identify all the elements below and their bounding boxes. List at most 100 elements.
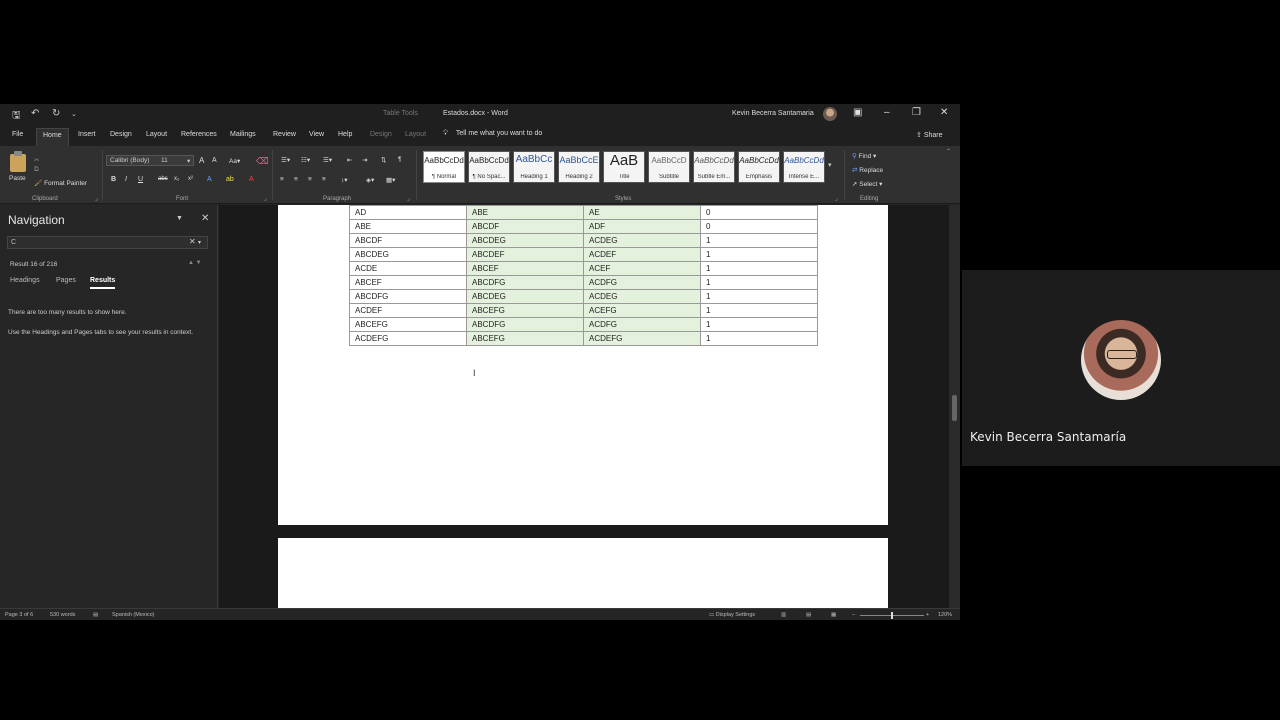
clear-formatting-icon[interactable]: ⌫: [256, 156, 269, 167]
decrease-indent-icon[interactable]: ⇤: [347, 156, 352, 164]
table-cell[interactable]: 0: [700, 219, 818, 234]
tab-layout[interactable]: Layout: [146, 131, 167, 138]
change-case-icon[interactable]: Aa▾: [229, 157, 240, 165]
paste-icon[interactable]: [10, 151, 26, 172]
table-cell[interactable]: ACDEF: [583, 247, 701, 262]
tab-pages[interactable]: Pages: [56, 277, 76, 284]
style-heading-1[interactable]: AaBbCc Heading 1: [513, 151, 555, 183]
truth-table[interactable]: AD ABE AE 0 ABE ABCDF ADF 0 ABCDF ABCDEG ACDEG 1 ABC…: [349, 205, 818, 346]
table-cell[interactable]: AD: [349, 205, 467, 220]
redo-icon[interactable]: ↻: [52, 108, 60, 119]
style-subtle-emphasis[interactable]: AaBbCcDd Subtle Em...: [693, 151, 735, 183]
table-cell[interactable]: ADF: [583, 219, 701, 234]
styles-launcher-icon[interactable]: ⌟: [835, 195, 838, 202]
table-cell[interactable]: ABCDEG: [349, 247, 467, 262]
format-painter-button[interactable]: 🖌︎ Format Painter: [34, 179, 87, 187]
share-button[interactable]: ⇪ Share: [916, 131, 943, 139]
align-center-icon[interactable]: ≡: [294, 176, 298, 183]
web-layout-icon[interactable]: ▦: [831, 612, 836, 618]
proofing-icon[interactable]: ▤: [93, 612, 98, 618]
superscript-icon[interactable]: x²: [188, 176, 193, 182]
table-cell[interactable]: ACDEG: [583, 289, 701, 304]
copy-icon[interactable]: ⧉: [34, 166, 39, 174]
table-cell[interactable]: 1: [700, 247, 818, 262]
subscript-icon[interactable]: x₂: [174, 176, 179, 182]
zoom-slider[interactable]: [860, 612, 924, 619]
style-intense-emphasis[interactable]: AaBbCcDd Intense E...: [783, 151, 825, 183]
clipboard-launcher-icon[interactable]: ⌟: [95, 195, 98, 202]
highlight-icon[interactable]: ab: [226, 176, 234, 183]
cut-icon[interactable]: ✂: [34, 156, 39, 164]
font-launcher-icon[interactable]: ⌟: [264, 195, 267, 202]
tab-headings[interactable]: Headings: [10, 277, 40, 284]
tab-references[interactable]: References: [181, 131, 217, 138]
multilevel-list-icon[interactable]: ☰▾: [323, 156, 332, 164]
bullets-icon[interactable]: ☰▾: [281, 156, 290, 164]
tab-view[interactable]: View: [309, 131, 324, 138]
borders-icon[interactable]: ▦▾: [386, 176, 395, 184]
underline-icon[interactable]: U: [138, 176, 143, 183]
shrink-font-icon[interactable]: A: [212, 157, 217, 164]
table-cell[interactable]: ABCDEG: [466, 289, 584, 304]
line-spacing-icon[interactable]: ↕▾: [341, 176, 348, 184]
table-cell[interactable]: 1: [700, 303, 818, 318]
table-cell[interactable]: 1: [700, 261, 818, 276]
scrollbar-thumb[interactable]: [952, 395, 957, 421]
italic-icon[interactable]: I: [125, 176, 127, 183]
table-cell[interactable]: ACDEG: [583, 233, 701, 248]
table-cell[interactable]: 1: [700, 289, 818, 304]
select-button[interactable]: ➚ Select ▾: [852, 180, 882, 188]
display-settings-button[interactable]: ▭ Display Settings: [709, 612, 755, 618]
table-cell[interactable]: ABCEFG: [466, 303, 584, 318]
print-layout-icon[interactable]: ▤: [806, 612, 811, 618]
table-cell[interactable]: ABCDF: [349, 233, 467, 248]
increase-indent-icon[interactable]: ⇥: [362, 156, 367, 164]
justify-icon[interactable]: ≡: [322, 176, 326, 183]
tell-me-search[interactable]: 💡︎ Tell me what you want to do: [443, 130, 542, 138]
language[interactable]: Spanish (Mexico): [112, 612, 155, 618]
result-nav-arrows[interactable]: ▲ ▼: [188, 260, 202, 266]
undo-icon[interactable]: ↶: [31, 108, 39, 119]
word-count[interactable]: 530 words: [50, 612, 75, 618]
zoom-in-icon[interactable]: +: [926, 612, 929, 618]
tab-mailings[interactable]: Mailings: [230, 131, 256, 138]
restore-icon[interactable]: ❐: [912, 107, 921, 118]
text-effects-icon[interactable]: A: [207, 176, 212, 183]
tab-design[interactable]: Design: [110, 131, 132, 138]
style-no-spacing[interactable]: AaBbCcDd ¶ No Spac...: [468, 151, 510, 183]
table-cell[interactable]: 1: [700, 275, 818, 290]
style-subtitle[interactable]: AaBbCcD Subtitle: [648, 151, 690, 183]
table-cell[interactable]: ACDE: [349, 261, 467, 276]
shading-icon[interactable]: ◈▾: [366, 176, 374, 184]
table-cell[interactable]: ACDEF: [349, 303, 467, 318]
table-cell[interactable]: ABCDF: [466, 219, 584, 234]
vertical-scrollbar[interactable]: [949, 205, 960, 608]
close-icon[interactable]: ✕: [940, 107, 948, 118]
tab-review[interactable]: Review: [273, 131, 296, 138]
table-cell[interactable]: ABCDEG: [466, 233, 584, 248]
table-cell[interactable]: ACDFG: [583, 317, 701, 332]
table-cell[interactable]: ABCDFG: [466, 275, 584, 290]
style-normal[interactable]: AaBbCcDd ¶ Normal: [423, 151, 465, 183]
tab-results[interactable]: Results: [90, 277, 116, 289]
read-mode-icon[interactable]: ▥: [781, 612, 786, 618]
table-cell[interactable]: ACEFG: [583, 303, 701, 318]
find-button[interactable]: ⚲ Find ▾: [852, 152, 876, 160]
tab-table-design[interactable]: Design: [370, 131, 392, 138]
table-cell[interactable]: ACDEFG: [583, 331, 701, 346]
zoom-level[interactable]: 120%: [938, 612, 952, 618]
pilcrow-icon[interactable]: ¶: [398, 156, 402, 163]
table-cell[interactable]: 1: [700, 317, 818, 332]
sort-icon[interactable]: ⇅: [381, 156, 386, 164]
font-color-icon[interactable]: A: [249, 176, 254, 183]
document-area[interactable]: AD ABE AE 0 ABE ABCDF ADF 0 ABCDF ABCDEG ACDEG 1 ABC…: [219, 205, 949, 608]
table-cell[interactable]: ABE: [349, 219, 467, 234]
table-cell[interactable]: ABCDEF: [466, 247, 584, 262]
ribbon-display-icon[interactable]: ▣: [853, 107, 862, 118]
close-pane-icon[interactable]: ✕: [201, 213, 209, 224]
clear-search-icon[interactable]: ✕ ▾: [189, 237, 201, 246]
paragraph-launcher-icon[interactable]: ⌟: [407, 195, 410, 202]
table-cell[interactable]: ACEF: [583, 261, 701, 276]
tab-insert[interactable]: Insert: [78, 131, 96, 138]
table-cell[interactable]: ABCDFG: [349, 289, 467, 304]
